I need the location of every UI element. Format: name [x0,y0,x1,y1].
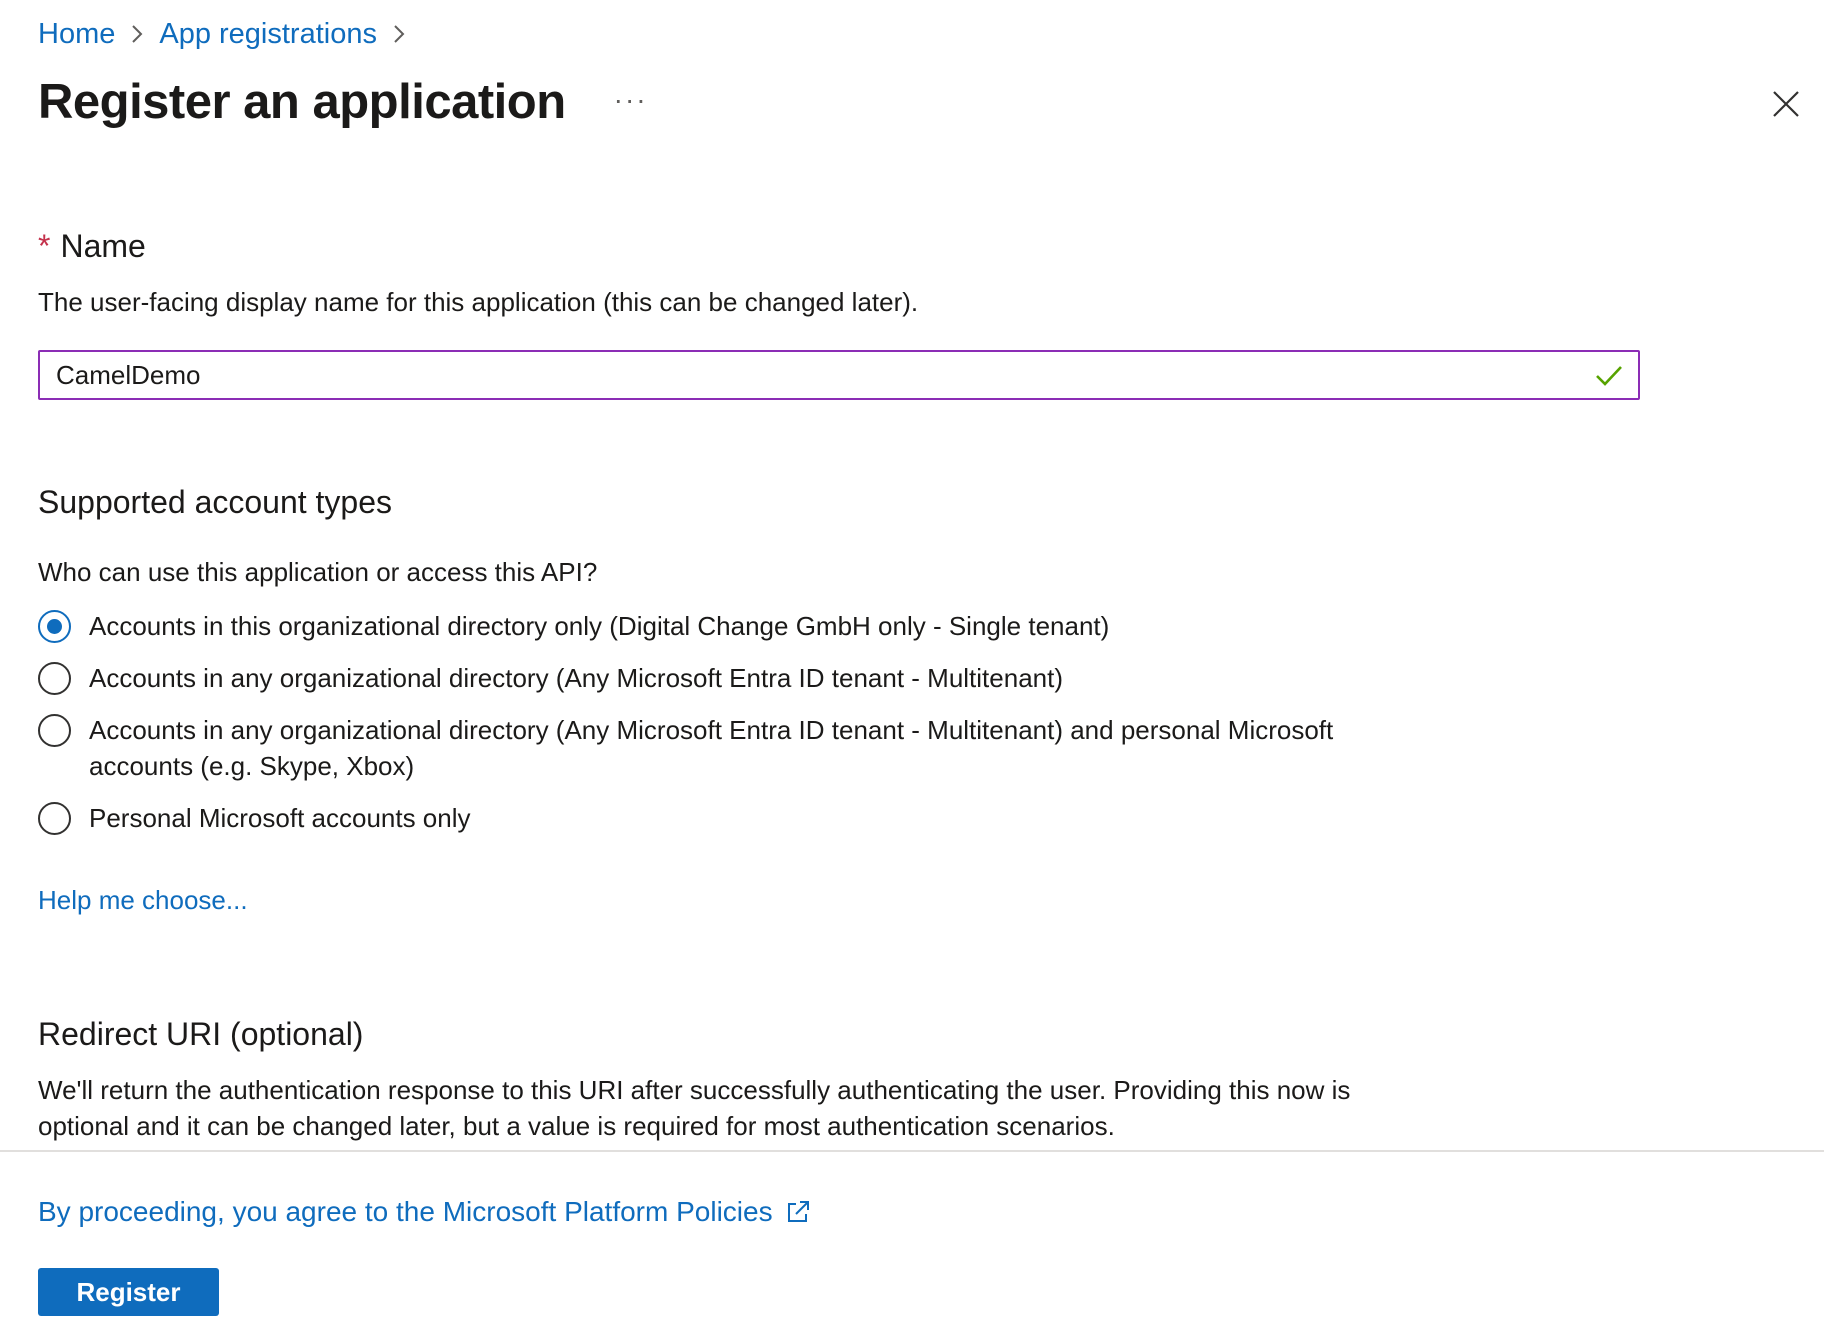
account-type-option-multitenant[interactable]: Accounts in any organizational directory… [38,662,1063,696]
account-types-heading: Supported account types [38,484,393,520]
platform-policies-link-text: By proceeding, you agree to the Microsof… [38,1196,773,1227]
account-type-option-multitenant-personal[interactable]: Accounts in any organizational directory… [38,714,1358,784]
name-description: The user-facing display name for this ap… [38,287,919,317]
account-types-question: Who can use this application or access t… [38,557,598,587]
close-icon[interactable] [1766,84,1806,124]
redirect-uri-description: We'll return the authentication response… [38,1075,1351,1141]
radio-button[interactable] [38,662,71,695]
radio-button[interactable] [38,714,71,747]
footer-divider [0,1150,1824,1152]
account-type-option-personal-only[interactable]: Personal Microsoft accounts only [38,802,471,836]
chevron-right-icon [115,23,159,45]
radio-label: Personal Microsoft accounts only [89,803,471,833]
account-type-option-single-tenant[interactable]: Accounts in this organizational director… [38,610,1109,644]
radio-label: Accounts in this organizational director… [89,611,1110,641]
external-link-icon [787,1201,809,1222]
name-input[interactable] [40,352,1592,398]
name-label-text: Name [60,228,146,264]
breadcrumb-home-link[interactable]: Home [38,14,115,54]
breadcrumb-app-registrations-link[interactable]: App registrations [159,14,377,54]
register-button[interactable]: Register [38,1268,219,1316]
page-header: Register an application ··· [38,66,648,138]
checkmark-icon [1596,366,1622,386]
platform-policies-link[interactable]: By proceeding, you agree to the Microsof… [38,1192,813,1232]
help-me-choose-link[interactable]: Help me choose... [38,882,248,918]
radio-label: Accounts in any organizational directory… [89,663,1063,693]
redirect-uri-heading: Redirect URI (optional) [38,1016,364,1052]
chevron-right-icon [377,23,421,45]
radio-label: Accounts in any organizational directory… [89,715,1334,781]
name-field [38,350,1640,400]
more-icon[interactable]: ··· [614,84,648,116]
page-title: Register an application [38,75,566,129]
required-marker: * [38,228,51,264]
radio-button[interactable] [38,802,71,835]
radio-button[interactable] [38,610,71,643]
name-label: * Name [38,224,146,268]
breadcrumb: Home App registrations [38,14,421,54]
